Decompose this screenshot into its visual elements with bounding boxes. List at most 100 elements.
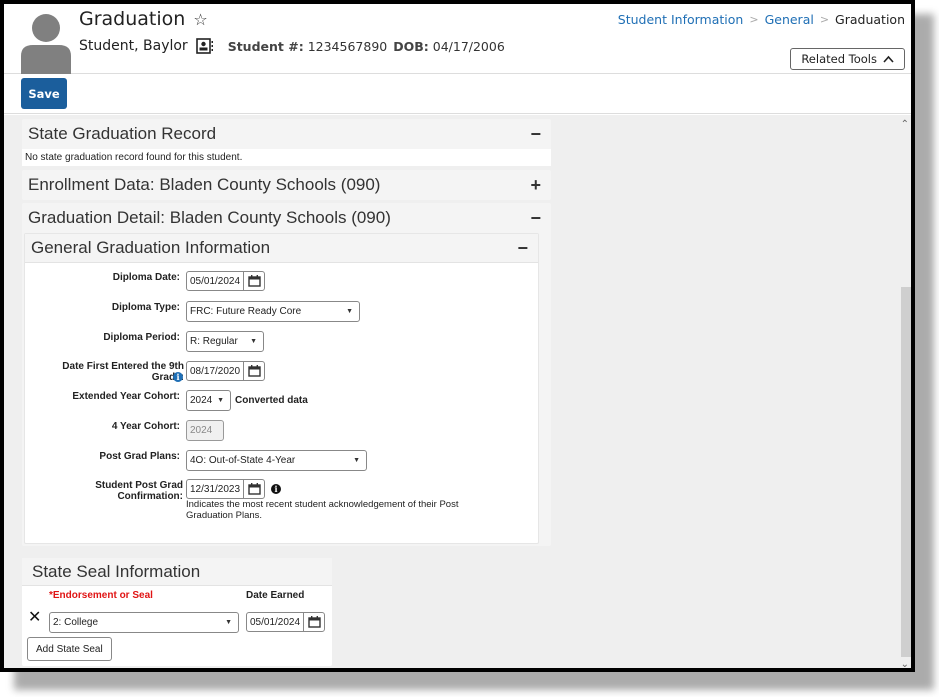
breadcrumb-separator-icon: > (819, 13, 830, 26)
post-grad-confirmation-label-line2: Confirmation: (117, 491, 183, 502)
enrollment-data-panel: Enrollment Data: Bladen County Schools (… (22, 170, 551, 200)
collapse-icon[interactable]: − (530, 208, 541, 229)
dropdown-arrow-icon: ▼ (250, 338, 257, 345)
diploma-type-select[interactable]: FRC: Future Ready Core ▼ (186, 301, 360, 322)
calendar-icon[interactable] (304, 613, 324, 631)
dob-value: 04/17/2006 (432, 38, 505, 54)
student-number-value: 1234567890 (307, 38, 388, 54)
diploma-date-control: 05/01/2024 (186, 271, 266, 291)
scrollbar-thumb[interactable] (901, 287, 911, 657)
post-grad-confirmation-value: 12/31/2023 (187, 480, 245, 498)
extended-cohort-label: Extended Year Cohort: (72, 391, 180, 402)
general-graduation-information-panel: General Graduation Information − Diploma… (24, 233, 539, 544)
dob: DOB: 04/17/2006 (393, 39, 505, 54)
four-year-cohort-input: 2024 (186, 420, 224, 441)
four-year-cohort-control: 2024 (186, 420, 224, 441)
diploma-period-label: Diploma Period: (103, 332, 180, 343)
calendar-icon[interactable] (244, 362, 264, 380)
extended-cohort-control: 2024 ▼ Converted data (186, 390, 308, 411)
add-state-seal-button[interactable]: Add State Seal (27, 637, 112, 661)
post-grad-confirmation-input[interactable]: 12/31/2023 (186, 479, 266, 499)
panel-title: Enrollment Data: Bladen County Schools (… (28, 175, 381, 194)
date-first-9th-label: Date First Entered the 9th Grade: (44, 361, 184, 383)
page-title-text: Graduation (79, 8, 186, 30)
student-info: Student, Baylor Student #: 1234567890 DO… (79, 38, 505, 54)
post-grad-plans-control: 4O: Out-of-State 4-Year ▼ (186, 450, 367, 471)
diploma-date-label: Diploma Date: (112, 272, 180, 283)
collapse-icon[interactable]: − (517, 238, 528, 259)
expand-icon[interactable]: + (530, 175, 541, 196)
breadcrumb-student-information[interactable]: Student Information (618, 12, 744, 27)
dropdown-arrow-icon: ▼ (217, 397, 224, 404)
date-earned-input[interactable]: 05/01/2024 (246, 612, 326, 632)
state-graduation-record-body: No state graduation record found for thi… (22, 149, 551, 166)
post-grad-confirmation-label-line1: Student Post Grad (95, 480, 183, 491)
diploma-type-label: Diploma Type: (111, 302, 180, 313)
chevron-up-icon (883, 55, 894, 63)
diploma-date-value: 05/01/2024 (187, 272, 245, 290)
page-header: Graduation ☆ Student, Baylor Student #: … (4, 4, 911, 74)
app: Graduation ☆ Student, Baylor Student #: … (4, 4, 911, 668)
related-tools-button[interactable]: Related Tools (790, 48, 905, 70)
main-content: ⌃ ⌄ State Graduation Record − No state g… (4, 115, 911, 668)
enrollment-data-header[interactable]: Enrollment Data: Bladen County Schools (… (22, 170, 551, 200)
diploma-type-value: FRC: Future Ready Core (190, 306, 302, 317)
dropdown-arrow-icon: ▼ (225, 619, 232, 626)
breadcrumb-general[interactable]: General (765, 12, 814, 27)
scroll-down-icon[interactable]: ⌄ (901, 659, 909, 668)
collapse-icon[interactable]: − (530, 124, 541, 145)
avatar-icon (21, 14, 71, 74)
scroll-up-icon[interactable]: ⌃ (901, 119, 909, 130)
dropdown-arrow-icon: ▼ (353, 457, 360, 464)
converted-data-note: Converted data (235, 395, 308, 406)
remove-seal-icon[interactable]: ✕ (28, 607, 41, 627)
date-first-9th-control: 08/17/2020 (186, 361, 266, 381)
state-graduation-record-panel: State Graduation Record − No state gradu… (22, 119, 551, 166)
diploma-period-control: R: Regular ▼ (186, 331, 264, 352)
general-graduation-information-header[interactable]: General Graduation Information − (25, 234, 538, 263)
dob-label: DOB: (393, 38, 429, 54)
diploma-date-input[interactable]: 05/01/2024 (186, 271, 266, 291)
date-first-9th-label-line1: Date First Entered the 9th (62, 361, 184, 372)
date-earned-value: 05/01/2024 (247, 613, 305, 631)
date-first-9th-input[interactable]: 08/17/2020 (186, 361, 266, 381)
diploma-period-select[interactable]: R: Regular ▼ (186, 331, 264, 352)
breadcrumb-separator-icon: > (749, 13, 759, 26)
endorsement-select[interactable]: 2: College ▼ (49, 612, 239, 633)
info-icon[interactable]: i (173, 372, 183, 382)
student-name: Student, Baylor (79, 38, 188, 54)
student-number-label: Student #: (227, 38, 304, 54)
info-icon[interactable]: i (271, 484, 282, 494)
post-grad-plans-value: 4O: Out-of-State 4-Year (190, 455, 296, 466)
action-toolbar: Save (4, 74, 911, 114)
state-graduation-record-header[interactable]: State Graduation Record − (22, 119, 551, 149)
post-grad-plans-select[interactable]: 4O: Out-of-State 4-Year ▼ (186, 450, 367, 471)
post-grad-confirmation-label: Student Post Grad Confirmation: (43, 480, 183, 502)
diploma-period-value: R: Regular (190, 336, 238, 347)
calendar-icon[interactable] (244, 480, 264, 498)
breadcrumb: Student Information > General > Graduati… (618, 12, 905, 27)
four-year-cohort-label: 4 Year Cohort: (111, 421, 180, 432)
panel-title: State Graduation Record (28, 124, 217, 143)
post-grad-confirmation-help: Indicates the most recent student acknow… (186, 499, 459, 521)
save-button[interactable]: Save (21, 78, 67, 109)
state-seal-information-panel: State Seal Information *Endorsement or S… (22, 558, 332, 666)
panel-title: Graduation Detail: Bladen County Schools… (28, 208, 391, 227)
date-earned-column-header: Date Earned (246, 590, 305, 601)
page-title: Graduation ☆ (79, 8, 208, 30)
graduation-detail-header[interactable]: Graduation Detail: Bladen County Schools… (22, 203, 551, 233)
diploma-type-control: FRC: Future Ready Core ▼ (186, 301, 360, 322)
panel-title: General Graduation Information (31, 238, 271, 257)
contact-card-icon[interactable] (195, 38, 214, 54)
calendar-icon[interactable] (244, 272, 264, 290)
extended-cohort-select[interactable]: 2024 ▼ (186, 390, 231, 411)
favorite-star-icon[interactable]: ☆ (193, 10, 207, 29)
panel-title: State Seal Information (32, 561, 201, 581)
extended-cohort-value: 2024 (190, 395, 213, 406)
post-grad-confirmation-control: 12/31/2023 i (186, 479, 282, 499)
post-grad-plans-label: Post Grad Plans: (99, 451, 180, 462)
endorsement-value: 2: College (53, 617, 99, 628)
date-first-9th-value: 08/17/2020 (187, 362, 245, 380)
window-frame: Graduation ☆ Student, Baylor Student #: … (0, 0, 915, 672)
state-seal-information-header: State Seal Information (22, 558, 332, 586)
